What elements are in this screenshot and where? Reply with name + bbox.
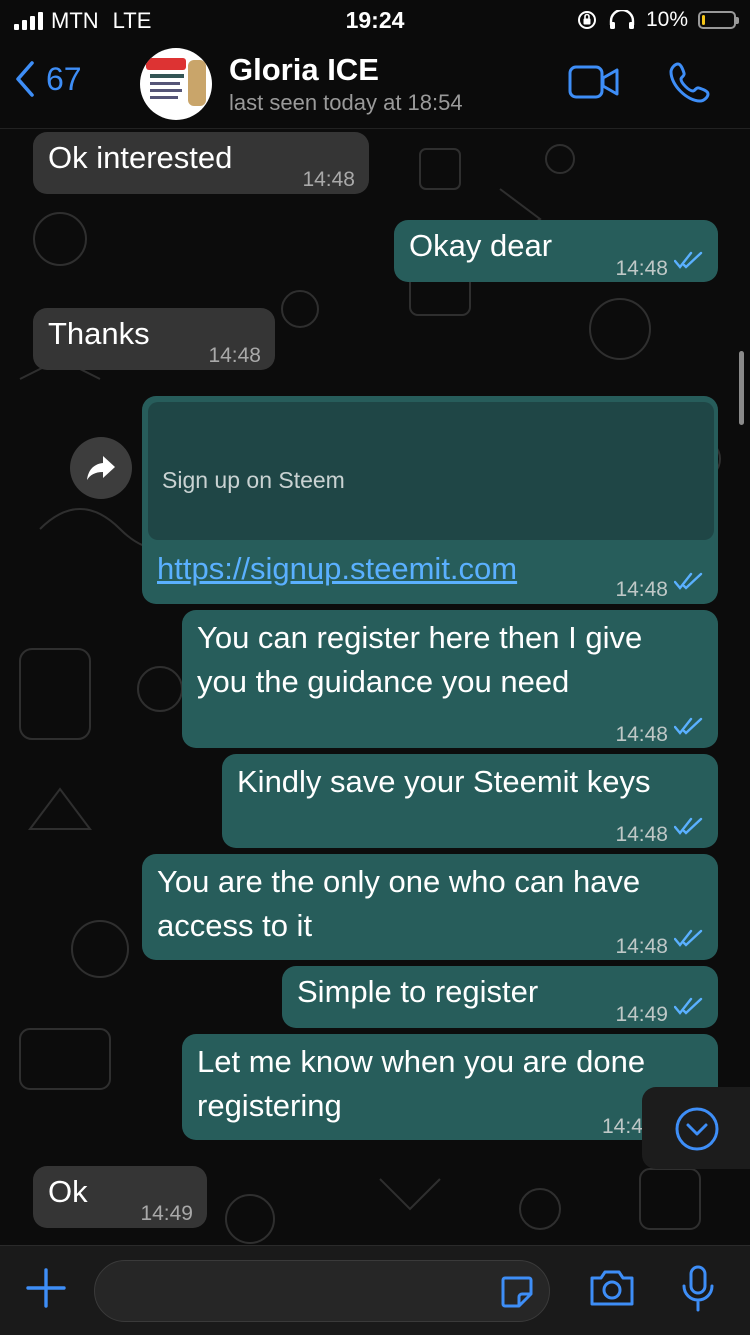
message-time: 14:4: [602, 1115, 643, 1138]
forward-icon: [87, 456, 115, 480]
message-time: 14:48: [615, 935, 668, 958]
battery-percent: 10%: [645, 8, 688, 31]
read-ticks-icon: [674, 251, 703, 269]
message-time: 14:48: [615, 823, 668, 846]
message-text-line: You can register here then I give: [197, 620, 643, 655]
message-input[interactable]: [115, 1271, 499, 1313]
avatar-figure: [188, 60, 206, 106]
unread-count: 67: [46, 60, 82, 97]
microphone-icon[interactable]: [680, 1264, 716, 1314]
message-text: Ok: [48, 1174, 88, 1209]
message-text-line: Let me know when you are done: [197, 1044, 646, 1079]
last-seen-status: last seen today at 18:54: [229, 90, 463, 115]
message-bubble-outgoing[interactable]: You are the only one who can have access…: [142, 854, 718, 960]
back-button[interactable]: 67: [14, 60, 82, 98]
message-field[interactable]: [94, 1260, 550, 1322]
message-bubble-outgoing[interactable]: Kindly save your Steemit keys 14:48: [222, 754, 718, 848]
read-ticks-icon: [674, 572, 703, 590]
message-text-line: You are the only one who can have: [157, 864, 641, 899]
message-time: 14:49: [140, 1202, 193, 1225]
message-text: Thanks: [48, 316, 150, 351]
message-text: Okay dear: [409, 228, 553, 263]
battery-icon: [698, 11, 739, 29]
message-time: 14:48: [302, 168, 355, 191]
scroll-indicator[interactable]: [739, 351, 744, 425]
message-time: 14:48: [615, 723, 668, 746]
message-text: Simple to register: [297, 974, 539, 1009]
contact-name[interactable]: Gloria ICE: [229, 52, 379, 88]
message-time: 14:48: [615, 257, 668, 280]
video-call-icon[interactable]: [568, 64, 620, 100]
plus-icon[interactable]: [24, 1266, 68, 1310]
read-ticks-icon: [674, 817, 703, 835]
avatar[interactable]: [140, 48, 212, 120]
message-bubble-incoming[interactable]: Ok interested 14:48: [33, 132, 369, 194]
link-url[interactable]: https://signup.steemit.com: [157, 547, 517, 591]
message-text: Ok interested: [48, 140, 233, 175]
read-ticks-icon: [674, 997, 703, 1015]
camera-icon[interactable]: [588, 1268, 636, 1308]
message-text-line: registering: [197, 1088, 342, 1123]
message-text-line: you the guidance you need: [197, 664, 570, 699]
message-bubble-incoming[interactable]: Ok 14:49: [33, 1166, 207, 1228]
message-bubble-outgoing[interactable]: You can register here then I give you th…: [182, 610, 718, 748]
message-bubble-outgoing[interactable]: Simple to register 14:49: [282, 966, 718, 1028]
link-preview-title: Sign up on Steem: [162, 467, 345, 493]
scroll-down-icon: [675, 1107, 719, 1151]
status-icons: 10%: [576, 8, 739, 32]
back-chevron-icon: [16, 61, 34, 97]
message-time: 14:48: [208, 344, 261, 367]
read-ticks-icon: [674, 717, 703, 735]
message-bubble-outgoing[interactable]: Let me know when you are done registerin…: [182, 1034, 718, 1140]
scroll-to-bottom-button[interactable]: [642, 1087, 750, 1169]
message-time: 14:49: [615, 1003, 668, 1026]
sticker-icon[interactable]: [499, 1274, 535, 1310]
headphones-icon: [609, 10, 635, 29]
status-bar: MTN LTE 19:24 10%: [0, 0, 750, 40]
link-preview-card[interactable]: Sign up on Steem: [148, 402, 714, 540]
chat-area[interactable]: Ok interested 14:48 Okay dear 14:48 Than…: [0, 129, 750, 1245]
voice-call-icon[interactable]: [668, 60, 712, 104]
avatar-logo-band: [146, 58, 186, 70]
forward-button[interactable]: [70, 437, 132, 499]
orientation-lock-icon: [577, 11, 596, 29]
message-time: 14:48: [615, 578, 668, 601]
message-composer: [0, 1245, 750, 1335]
message-bubble-link[interactable]: Sign up on Steem https://signup.steemit.…: [142, 396, 718, 604]
message-bubble-incoming[interactable]: Thanks 14:48: [33, 308, 275, 370]
chat-header: 67 Gloria ICE last seen today at 18:54: [0, 40, 750, 129]
message-text: Kindly save your Steemit keys: [237, 764, 651, 799]
message-bubble-outgoing[interactable]: Okay dear 14:48: [394, 220, 718, 282]
read-ticks-icon: [674, 929, 703, 947]
message-text-line: access to it: [157, 908, 313, 943]
